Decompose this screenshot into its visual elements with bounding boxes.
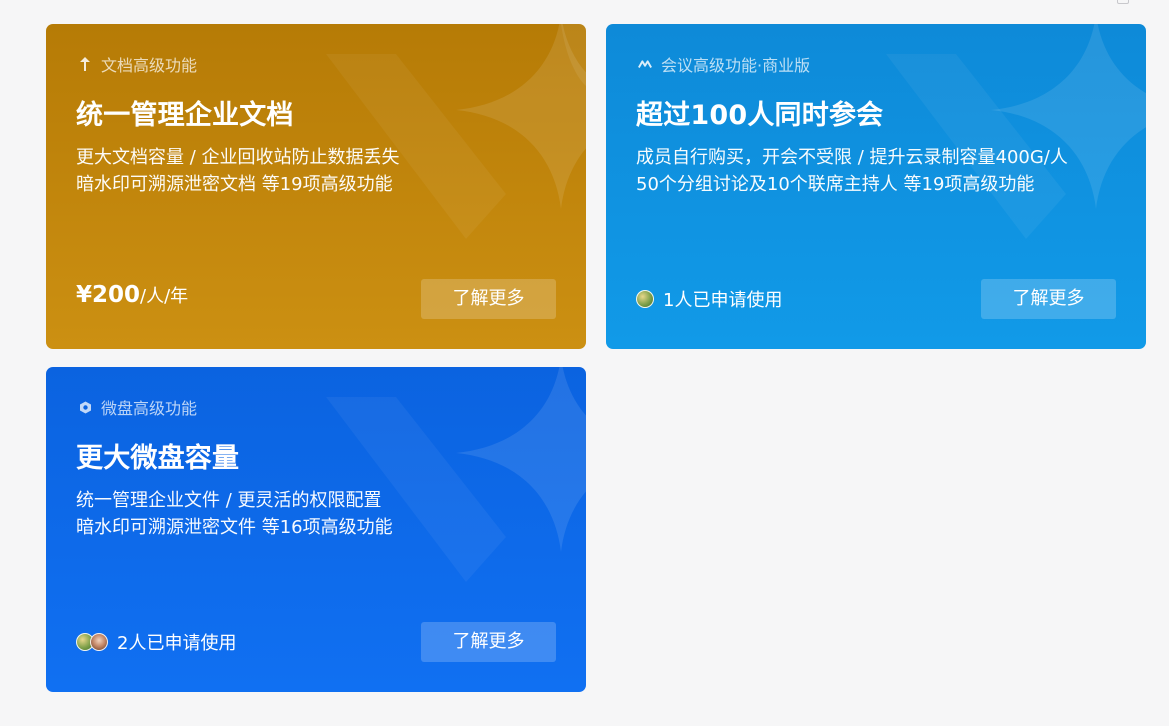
card-title: 统一管理企业文档 xyxy=(76,100,294,131)
description-line: 暗水印可溯源泄密文档 等19项高级功能 xyxy=(76,174,393,195)
card-title: 更大微盘容量 xyxy=(76,443,240,474)
price-unit: /人/年 xyxy=(140,286,189,307)
upgrade-features-panel: 文档高级功能 统一管理企业文档 更大文档容量 / 企业回收站防止数据丢失 暗水印… xyxy=(0,0,1169,726)
meeting-feature-card[interactable]: 会议高级功能·商业版 超过100人同时参会 成员自行购买，开会不受限 / 提升云… xyxy=(606,24,1146,349)
card-description: 统一管理企业文件 / 更灵活的权限配置 暗水印可溯源泄密文件 等16项高级功能 xyxy=(76,487,393,541)
feature-tag-label: 微盘高级功能 xyxy=(101,399,198,418)
feature-tag: 会议高级功能·商业版 xyxy=(638,54,811,75)
applicants-info: 2人已申请使用 xyxy=(76,629,236,655)
description-line: 50个分组讨论及10个联席主持人 等19项高级功能 xyxy=(636,174,1035,195)
card-title: 超过100人同时参会 xyxy=(636,100,884,131)
feature-tag-label: 文档高级功能 xyxy=(101,56,198,75)
applicants-info: 1人已申请使用 xyxy=(636,286,782,312)
drive-feature-card[interactable]: 微盘高级功能 更大微盘容量 统一管理企业文件 / 更灵活的权限配置 暗水印可溯源… xyxy=(46,367,586,692)
price-amount: ¥200 xyxy=(76,282,141,308)
description-line: 成员自行购买，开会不受限 / 提升云录制容量400G/人 xyxy=(636,147,1068,168)
feature-tag-label: 会议高级功能·商业版 xyxy=(661,56,811,75)
applicants-count: 1人已申请使用 xyxy=(663,290,783,311)
feature-tag: 微盘高级功能 xyxy=(78,397,198,418)
description-line: 暗水印可溯源泄密文件 等16项高级功能 xyxy=(76,517,393,538)
card-description: 更大文档容量 / 企业回收站防止数据丢失 暗水印可溯源泄密文档 等19项高级功能 xyxy=(76,144,400,198)
docs-icon xyxy=(78,57,92,71)
avatar xyxy=(636,290,654,308)
price-label: ¥200 /人/年 xyxy=(76,282,188,308)
feature-tag: 文档高级功能 xyxy=(78,54,198,75)
docs-feature-card[interactable]: 文档高级功能 统一管理企业文档 更大文档容量 / 企业回收站防止数据丢失 暗水印… xyxy=(46,24,586,349)
learn-more-button[interactable]: 了解更多 xyxy=(421,622,556,662)
learn-more-button[interactable]: 了解更多 xyxy=(421,279,556,319)
applicant-avatars xyxy=(76,633,108,651)
learn-more-button[interactable]: 了解更多 xyxy=(981,279,1116,319)
window-corner-icon xyxy=(1117,0,1129,4)
card-description: 成员自行购买，开会不受限 / 提升云录制容量400G/人 50个分组讨论及10个… xyxy=(636,144,1068,198)
applicants-count: 2人已申请使用 xyxy=(117,633,237,654)
meeting-icon xyxy=(638,57,652,71)
description-line: 更大文档容量 / 企业回收站防止数据丢失 xyxy=(76,147,400,168)
drive-icon xyxy=(78,400,92,414)
avatar xyxy=(90,633,108,651)
applicant-avatars xyxy=(636,290,654,308)
description-line: 统一管理企业文件 / 更灵活的权限配置 xyxy=(76,490,382,511)
